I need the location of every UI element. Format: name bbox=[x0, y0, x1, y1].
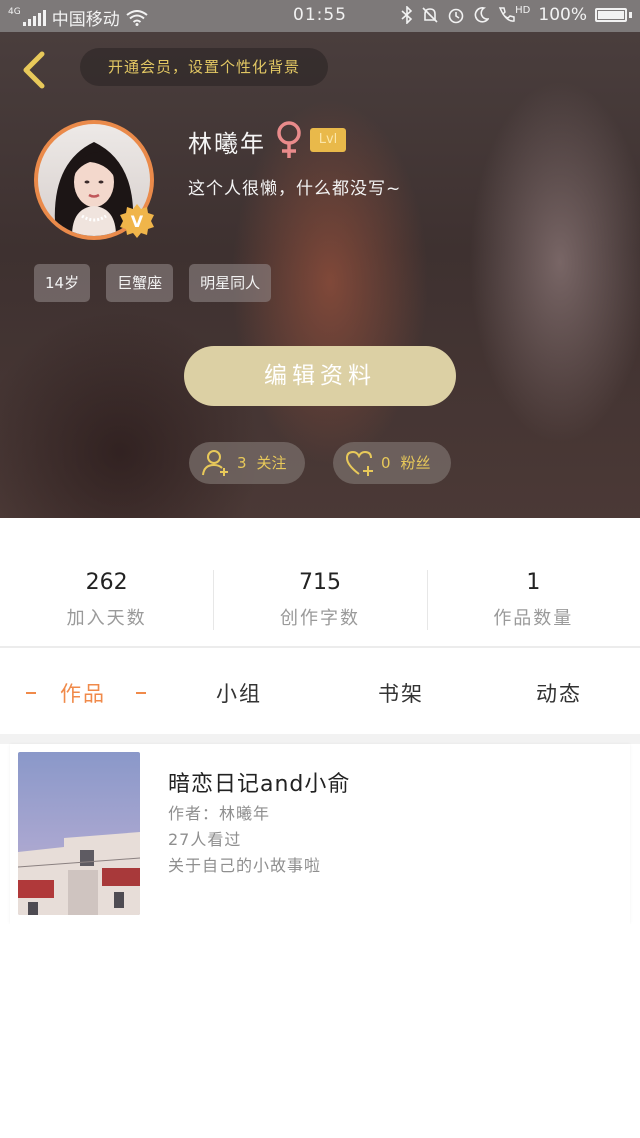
work-card[interactable]: 暗恋日记and小俞 作者：林曦年 27人看过 关于自己的小故事啦 bbox=[10, 744, 630, 924]
tag-zodiac: 巨蟹座 bbox=[106, 264, 174, 302]
stat-days-joined: 262 加入天数 bbox=[0, 518, 213, 646]
tab-works[interactable]: 作品 bbox=[60, 678, 106, 708]
stat-word-count: 715 创作字数 bbox=[213, 518, 426, 646]
profile-header: 开通会员，设置个性化背景 V 林曦年 Lvl 这个人很懒，什么都没写~ 14岁 … bbox=[0, 32, 640, 518]
tab-bar: 作品 小组 书架 动态 bbox=[0, 648, 640, 734]
work-views: 27人看过 bbox=[168, 830, 242, 849]
section-gap bbox=[0, 734, 640, 744]
stat-value: 262 bbox=[85, 570, 128, 595]
following-button[interactable]: 3 关注 bbox=[189, 442, 305, 484]
profile-page: 4G 中国移动 01:55 HD 100% 开通会员，设置个性化背景 V 林曦年… bbox=[0, 0, 640, 1138]
following-label: 关注 bbox=[256, 454, 287, 472]
tab-activity[interactable]: 动态 bbox=[536, 678, 582, 708]
level-badge: Lvl bbox=[310, 128, 346, 152]
alarm-clock-icon bbox=[448, 8, 464, 24]
username: 林曦年 bbox=[188, 130, 266, 158]
alarm-off-icon bbox=[422, 7, 438, 23]
phone-icon bbox=[499, 7, 515, 22]
stat-value: 715 bbox=[298, 570, 341, 595]
vip-banner[interactable]: 开通会员，设置个性化背景 bbox=[80, 48, 328, 86]
battery-cap bbox=[629, 12, 632, 18]
verified-v-icon: V bbox=[120, 204, 154, 238]
female-icon bbox=[277, 121, 301, 158]
followers-button[interactable]: 0 粉丝 bbox=[333, 442, 451, 484]
bluetooth-icon bbox=[401, 6, 413, 24]
cover-building-photo bbox=[18, 832, 140, 915]
status-bar: 4G 中国移动 01:55 HD 100% bbox=[0, 0, 640, 32]
battery-percent: 100% bbox=[538, 5, 587, 25]
stat-label: 加入天数 bbox=[66, 608, 147, 629]
back-button[interactable] bbox=[18, 50, 52, 90]
stat-value: 1 bbox=[526, 570, 541, 595]
heart-plus-icon bbox=[345, 450, 373, 476]
active-tab-dash-right bbox=[136, 692, 146, 694]
chevron-left-icon bbox=[23, 51, 45, 89]
user-bio: 这个人很懒，什么都没写~ bbox=[188, 179, 402, 199]
empty-area bbox=[0, 924, 640, 1138]
followers-label: 粉丝 bbox=[400, 454, 431, 472]
work-summary: 关于自己的小故事啦 bbox=[168, 856, 322, 875]
stats-bar: 262 加入天数 715 创作字数 1 作品数量 bbox=[0, 518, 640, 646]
followers-count: 0 bbox=[381, 454, 391, 472]
stat-works-count: 1 作品数量 bbox=[426, 518, 640, 646]
edit-profile-button[interactable]: 编辑资料 bbox=[184, 346, 456, 406]
hd-indicator: HD bbox=[515, 4, 531, 16]
tag-age: 14岁 bbox=[34, 264, 91, 302]
work-cover-image bbox=[18, 752, 140, 915]
verified-letter: V bbox=[131, 212, 144, 231]
verified-badge: V bbox=[118, 202, 156, 240]
moon-icon bbox=[474, 7, 490, 23]
work-title: 暗恋日记and小俞 bbox=[168, 772, 351, 797]
tag-category: 明星同人 bbox=[189, 264, 272, 302]
stat-label: 创作字数 bbox=[279, 608, 360, 629]
active-tab-dash-left bbox=[26, 692, 36, 694]
add-user-icon bbox=[202, 450, 228, 476]
tab-bookshelf[interactable]: 书架 bbox=[378, 678, 424, 708]
battery-icon bbox=[595, 8, 627, 22]
work-author: 作者：林曦年 bbox=[168, 804, 271, 823]
following-count: 3 bbox=[237, 454, 247, 472]
profile-tags: 14岁 巨蟹座 明星同人 bbox=[34, 264, 272, 302]
stat-label: 作品数量 bbox=[493, 608, 574, 629]
tab-groups[interactable]: 小组 bbox=[216, 678, 262, 708]
